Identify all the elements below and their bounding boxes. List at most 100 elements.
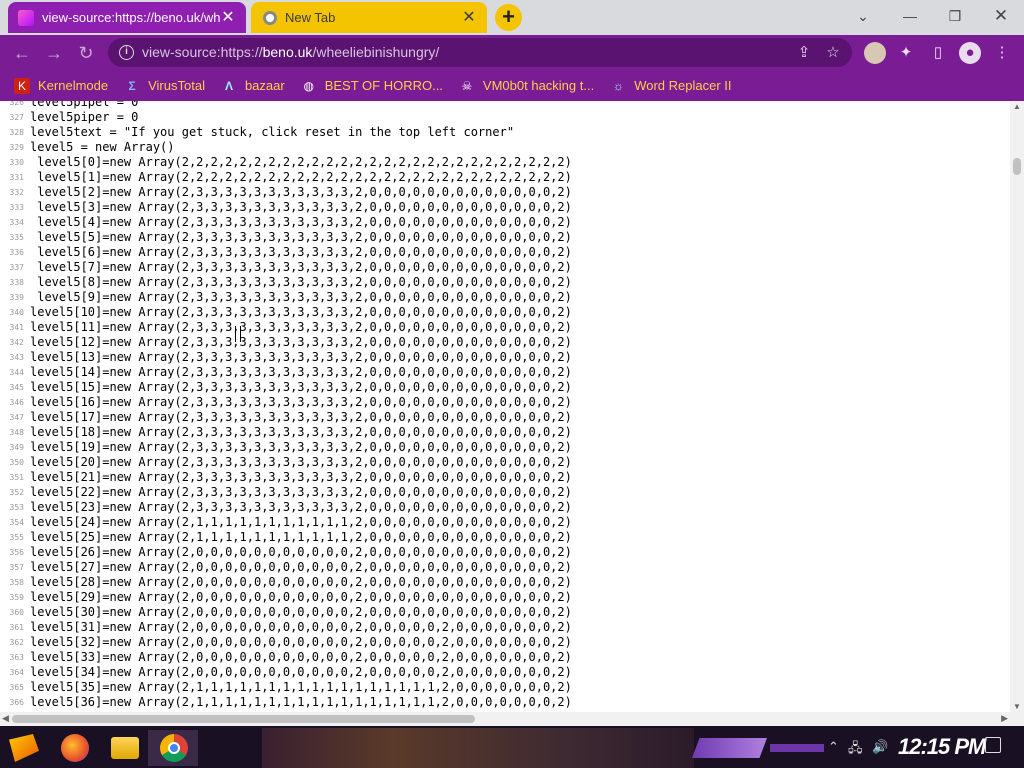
source-line: 352 level5[22]=new Array(2,3,3,3,3,3,3,3,… [0,485,1010,500]
horizontal-scroll-thumb[interactable] [12,715,475,723]
text-cursor [235,326,241,342]
source-line: 328 level5text = "If you get stuck, click… [0,125,1010,140]
tray-chevron-icon[interactable]: ⌃ [828,739,839,755]
word-replacer-icon: ☼ [612,78,624,93]
source-line: 347 level5[17]=new Array(2,3,3,3,3,3,3,3,… [0,410,1010,425]
source-line: 358 level5[28]=new Array(2,0,0,0,0,0,0,0,… [0,575,1010,590]
line-code: level5[31]=new Array(2,0,0,0,0,0,0,0,0,0… [30,620,572,634]
restore-button[interactable]: ❐ [937,4,973,28]
tab-title: New Tab [285,10,336,25]
tab-new-tab[interactable]: New Tab ✕ [251,2,487,33]
source-line: 343 level5[13]=new Array(2,3,3,3,3,3,3,3,… [0,350,1010,365]
scroll-left-icon[interactable]: ◀ [2,713,9,724]
minimize-button[interactable]: — [892,4,928,28]
profile-icon[interactable]: ● [959,42,981,64]
close-tab-icon[interactable]: ✕ [220,9,236,26]
volume-icon[interactable]: 🔊 [872,739,888,755]
bookmark-virustotal[interactable]: Σ VirusTotal [124,78,205,94]
line-number: 357 [9,563,24,572]
line-code: level5[35]=new Array(2,1,1,1,1,1,1,1,1,1… [30,680,572,694]
chrome-icon[interactable] [160,734,188,762]
horizontal-scrollbar[interactable]: ◀ ▶ [0,712,1010,726]
line-number: 332 [9,188,24,197]
scroll-right-icon[interactable]: ▶ [1001,713,1008,724]
line-code: level5[13]=new Array(2,3,3,3,3,3,3,3,3,3… [30,350,572,364]
line-code: level5[4]=new Array(2,3,3,3,3,3,3,3,3,3,… [30,215,572,229]
line-code: level5[33]=new Array(2,0,0,0,0,0,0,0,0,0… [30,650,572,664]
line-code: level5[28]=new Array(2,0,0,0,0,0,0,0,0,0… [30,575,572,589]
notifications-icon[interactable] [985,737,1001,753]
bookmark-bazaar[interactable]: Λbazaar [221,78,285,94]
source-line: 366 level5[36]=new Array(2,1,1,1,1,1,1,1,… [0,695,1010,710]
line-number: 353 [9,503,24,512]
extensions-puzzle-icon[interactable]: ✦ [895,42,917,64]
url-text[interactable]: view-source:https://beno.uk/wheeliebinis… [142,44,439,60]
network-icon[interactable]: 🖧 [848,739,863,761]
share-icon[interactable]: ⇪ [794,43,814,63]
file-explorer-icon[interactable] [111,737,139,759]
vertical-scroll-thumb[interactable] [1013,158,1021,175]
line-number: 347 [9,413,24,422]
line-number: 329 [9,143,24,152]
line-number: 364 [9,668,24,677]
view-source-content[interactable]: 326 level5pipel = 0 327 level5piper = 0 328 l… [0,101,1010,712]
bookmark-kernelmode[interactable]: K Kernelmode [14,77,108,94]
forward-button[interactable]: → [42,41,66,65]
line-code: level5 = new Array() [30,140,175,154]
line-code: level5piper = 0 [30,110,139,124]
source-line: 331 level5[1]=new Array(2,2,2,2,2,2,2,2,… [0,170,1010,185]
taskbar-clock[interactable]: 12:15 PM [898,734,986,760]
source-line: 361 level5[31]=new Array(2,0,0,0,0,0,0,0,… [0,620,1010,635]
bookmark-star-icon[interactable]: ☆ [823,43,843,63]
close-tab-icon[interactable]: ✕ [461,9,477,26]
scroll-down-icon[interactable]: ▼ [1013,702,1021,711]
tab-view-source[interactable]: view-source:https://beno.uk/wheeliebinis… [8,2,246,33]
line-number: 352 [9,488,24,497]
line-code: level5[10]=new Array(2,3,3,3,3,3,3,3,3,3… [30,305,572,319]
line-number: 327 [9,113,24,122]
line-code: level5[8]=new Array(2,3,3,3,3,3,3,3,3,3,… [30,275,572,289]
start-button[interactable] [9,734,39,762]
close-window-button[interactable]: ✕ [983,4,1019,28]
source-line: 346 level5[16]=new Array(2,3,3,3,3,3,3,3,… [0,395,1010,410]
source-line: 364 level5[34]=new Array(2,0,0,0,0,0,0,0,… [0,665,1010,680]
back-button[interactable]: ← [10,41,34,65]
source-line: 359 level5[29]=new Array(2,0,0,0,0,0,0,0,… [0,590,1010,605]
line-code: level5[21]=new Array(2,3,3,3,3,3,3,3,3,3… [30,470,572,484]
line-code: level5[0]=new Array(2,2,2,2,2,2,2,2,2,2,… [30,155,572,169]
source-line: 349 level5[19]=new Array(2,3,3,3,3,3,3,3,… [0,440,1010,455]
site-info-icon[interactable]: i [119,45,134,60]
source-line: 360 level5[30]=new Array(2,0,0,0,0,0,0,0,… [0,605,1010,620]
source-line: 357 level5[27]=new Array(2,0,0,0,0,0,0,0,… [0,560,1010,575]
kernelmode-icon: K [14,77,30,94]
vertical-scrollbar[interactable]: ▲ ▼ [1010,101,1024,712]
line-number: 338 [9,278,24,287]
line-number: 358 [9,578,24,587]
line-number: 365 [9,683,24,692]
source-line: 337 level5[7]=new Array(2,3,3,3,3,3,3,3,… [0,260,1010,275]
scroll-up-icon[interactable]: ▲ [1013,102,1021,111]
bookmark-vm0b0t[interactable]: ☠ VM0b0t hacking t... [459,78,595,94]
tab-search-icon[interactable]: ⌄ [845,4,881,28]
bookmark-word-replacer[interactable]: ☼ Word Replacer II [610,78,732,94]
new-tab-button[interactable]: + [495,4,522,31]
line-number: 330 [9,158,24,167]
bazaar-icon: Λ [224,78,233,93]
line-number: 356 [9,548,24,557]
side-panel-icon[interactable]: ▯ [927,42,949,64]
menu-kebab-icon[interactable]: ⋮ [991,42,1013,64]
address-bar[interactable]: i view-source:https://beno.uk/wheeliebin… [108,38,852,67]
extension-avatar-icon[interactable] [864,42,886,64]
line-code: level5[30]=new Array(2,0,0,0,0,0,0,0,0,0… [30,605,572,619]
line-code: level5[34]=new Array(2,0,0,0,0,0,0,0,0,0… [30,665,572,679]
firefox-icon[interactable] [61,734,89,762]
source-line: 339 level5[9]=new Array(2,3,3,3,3,3,3,3,… [0,290,1010,305]
line-number: 344 [9,368,24,377]
bookmark-horror[interactable]: ◍ BEST OF HORRO... [301,78,442,94]
reload-button[interactable]: ↻ [74,41,98,65]
line-code: level5[29]=new Array(2,0,0,0,0,0,0,0,0,0… [30,590,572,604]
virustotal-icon: Σ [128,78,136,93]
source-line: 327 level5piper = 0 [0,110,1010,125]
line-code: level5[14]=new Array(2,3,3,3,3,3,3,3,3,3… [30,365,572,379]
source-line: 341 level5[11]=new Array(2,3,3,3,3,3,3,3,… [0,320,1010,335]
